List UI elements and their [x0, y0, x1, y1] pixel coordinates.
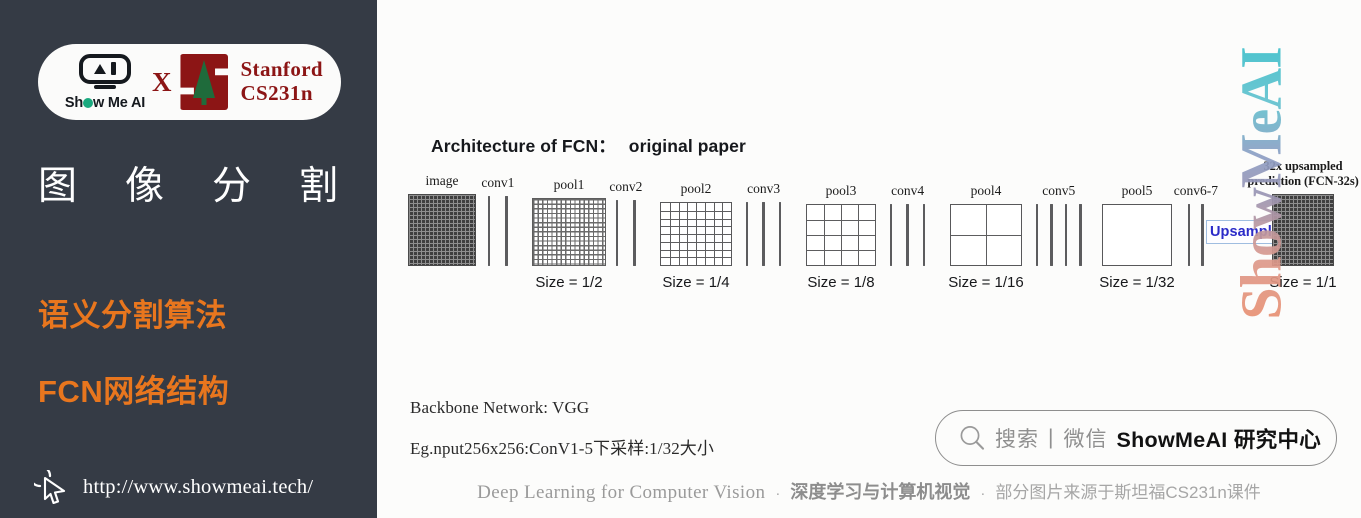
stage-label-conv3: conv3	[747, 181, 781, 196]
page-title: 图 像 分 割	[38, 155, 338, 211]
site-link[interactable]: http://www.showmeai.tech/	[34, 470, 313, 504]
main-panel: Architecture of FCN： original paper image…	[377, 0, 1361, 518]
size-label-pool5: Size = 1/32	[1099, 274, 1175, 291]
title-char-2: 分	[211, 165, 251, 208]
stage-label-pool4: pool4	[970, 183, 1002, 198]
search-label: 搜索	[995, 428, 1039, 451]
stage-label-conv2: conv2	[609, 179, 643, 194]
fcn-architecture-diagram: image conv1 pool1 Size = 1/2 conv2 pool2…	[408, 159, 1359, 298]
title-char-0: 图	[38, 165, 78, 208]
stage-label-pool2: pool2	[680, 181, 712, 196]
stage-conv2: conv2	[609, 179, 642, 266]
stanford-line1: Stanford	[240, 57, 324, 82]
stanford-line2: CS231n	[240, 81, 313, 105]
conv2-bars	[616, 200, 636, 266]
pool2-block	[660, 202, 732, 266]
stage-pool5: pool5 Size = 1/32	[1099, 183, 1174, 291]
showmeai-wordmark: Sh w Me AI	[64, 94, 146, 111]
showmeai-mark-icon	[78, 53, 131, 89]
stage-conv1: conv1	[481, 175, 514, 266]
stage-label-conv1: conv1	[481, 175, 515, 190]
diagram-title-right: original paper	[628, 136, 746, 156]
pool3-grid-lines	[807, 205, 875, 265]
stage-label-pool3: pool3	[825, 183, 857, 198]
search-icon	[960, 426, 985, 450]
conv5-bars	[1036, 204, 1082, 266]
slide-root: Sh w Me AI X Stanford CS231n 图 像 分 割 语义分割…	[0, 0, 1361, 518]
sidebar: Sh w Me AI X Stanford CS231n 图 像 分 割 语义分割…	[0, 0, 377, 518]
size-label-pool2: Size = 1/4	[662, 274, 730, 291]
pool2-grid-lines	[661, 203, 731, 265]
stanford-logo-icon	[180, 54, 229, 110]
subtitle-section: FCN网络结构	[38, 374, 230, 409]
channel-label: 微信	[1063, 428, 1108, 451]
chin-shape	[93, 84, 116, 89]
pool3-block	[806, 204, 876, 266]
pool1-block	[532, 198, 606, 266]
stage-pool1: pool1 Size = 1/2	[532, 177, 606, 291]
wechat-search-pill[interactable]: 搜索 | 微信 ShowMeAI 研究中心	[935, 410, 1337, 466]
footer-chinese-bold: 深度学习与计算机视觉	[790, 482, 971, 502]
size-label-pool3: Size = 1/8	[807, 274, 875, 291]
stage-label-pool5: pool5	[1121, 183, 1153, 198]
stanford-tree-icon	[193, 60, 216, 98]
stanford-wordmark: Stanford CS231n	[240, 58, 323, 105]
subtitle-topic: 语义分割算法	[38, 298, 227, 333]
footer-chinese-light: 部分图片来源于斯坦福CS231n课件	[995, 483, 1261, 502]
image-block	[408, 194, 476, 266]
stage-label-image: image	[425, 173, 459, 188]
pool4-block	[950, 204, 1022, 266]
size-label-pool4: Size = 1/16	[948, 274, 1024, 291]
account-name: ShowMeAI 研究中心	[1116, 427, 1322, 452]
stage-conv4: conv4	[890, 183, 926, 266]
showmeai-logo: Sh w Me AI	[62, 53, 148, 111]
footer-english: Deep Learning for Computer Vision	[477, 482, 766, 503]
stage-pool4: pool4 Size = 1/16	[948, 183, 1023, 291]
notes-block: Backbone Network: VGG Eg.nput256x256:Con…	[410, 398, 714, 459]
stage-pool2: pool2 Size = 1/4	[660, 181, 732, 291]
stage-conv5: conv5	[1036, 183, 1082, 266]
pill-divider: |	[1048, 426, 1055, 449]
stanford-trunk-shape	[201, 95, 207, 105]
diagram-title: Architecture of FCN： original paper	[431, 133, 746, 158]
cursor-icon	[34, 470, 66, 504]
pool4-grid-lines	[951, 205, 1021, 265]
title-char-3: 割	[298, 165, 338, 208]
stage-conv67: conv6-7	[1174, 183, 1218, 266]
badge-separator: X	[151, 66, 172, 97]
conv4-bars	[890, 204, 926, 266]
size-label-pool1: Size = 1/2	[535, 274, 603, 291]
footer-dot-1: ·	[775, 485, 781, 502]
site-url-text: http://www.showmeai.tech/	[83, 475, 314, 498]
conv1-bars	[488, 196, 508, 266]
title-char-1: 像	[124, 165, 164, 208]
brand-badge: Sh w Me AI X Stanford CS231n	[38, 44, 341, 120]
conv3-bars	[746, 202, 782, 266]
stage-label-conv4: conv4	[891, 183, 925, 198]
pool5-block	[1102, 204, 1172, 266]
stage-label-pool1: pool1	[553, 177, 585, 192]
conv67-bars	[1188, 204, 1204, 266]
caret-icon	[93, 63, 106, 74]
showmeai-watermark: ShowMeAI	[1228, 47, 1294, 320]
note-backbone: Backbone Network: VGG	[410, 398, 590, 417]
bar-icon	[110, 62, 116, 75]
stage-conv3: conv3	[746, 181, 782, 266]
stage-pool3: pool3 Size = 1/8	[806, 183, 876, 291]
globe-icon	[83, 97, 94, 108]
diagram-title-left: Architecture of FCN：	[431, 136, 616, 156]
stage-image: image	[408, 173, 476, 266]
stage-label-conv67: conv6-7	[1173, 183, 1219, 198]
footer-dot-2: ·	[980, 485, 986, 502]
note-example: Eg.nput256x256:ConV1-5下采样:1/32大小	[410, 439, 715, 458]
stage-label-conv5: conv5	[1042, 183, 1076, 198]
footer-bar: Deep Learning for Computer Vision · 深度学习…	[377, 478, 1361, 504]
